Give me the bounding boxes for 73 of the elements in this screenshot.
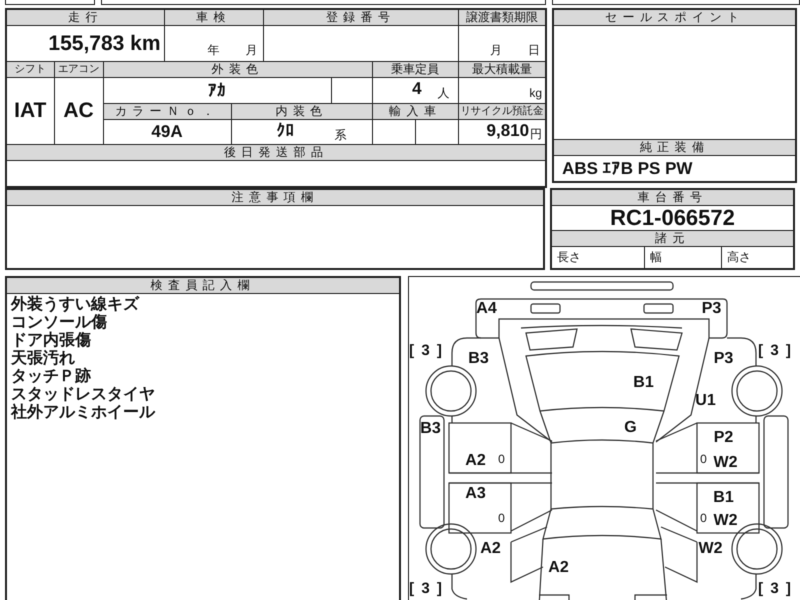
- inspection-note: スタッドレスタイヤ: [11, 386, 155, 403]
- unit-label: 人: [438, 86, 450, 100]
- damage-code: P3: [702, 300, 722, 318]
- column-header: 走行: [6, 9, 164, 26]
- equipment-list: ABS ｴｱB PS PW: [562, 158, 692, 178]
- section-header: 注意事項欄: [7, 190, 543, 206]
- damage-code: A3: [465, 485, 486, 503]
- damage-code: W2: [714, 454, 738, 472]
- unit-label: 月: [246, 42, 258, 59]
- section-header: セールスポイント: [554, 10, 796, 26]
- damage-code: P3: [714, 350, 734, 368]
- damage-code: W2: [698, 540, 722, 558]
- tread-depth-mark: [ 3 ]: [758, 580, 791, 598]
- column-header: リサイクル預託金: [458, 104, 546, 120]
- shift-value: IAT: [14, 99, 46, 122]
- inspection-note: タッチＰ跡: [11, 368, 91, 385]
- column-header: 車検: [164, 9, 264, 26]
- tread-depth-mark: [ 3 ]: [758, 342, 791, 360]
- section-header: 諸元: [552, 231, 793, 247]
- column-header: 後日発送部品: [6, 144, 546, 160]
- column-header: 最大積載量: [458, 62, 546, 78]
- column-header: カラーＮｏ．: [103, 104, 232, 120]
- column-header: 乗車定員: [372, 62, 458, 78]
- damage-code: P2: [714, 429, 734, 447]
- damage-code: U1: [695, 392, 716, 410]
- column-header: シフト: [6, 62, 54, 78]
- damage-code: A2: [465, 452, 486, 470]
- recycling-fee-value: 9,810: [486, 121, 530, 140]
- column-header: 譲渡書類期限: [458, 9, 546, 26]
- damage-code: W2: [714, 512, 738, 530]
- inspection-note: コンソール傷: [11, 314, 107, 331]
- column-header: 輸入車: [372, 104, 458, 120]
- damage-code: B1: [633, 374, 654, 392]
- damage-code: 0: [700, 451, 707, 468]
- damage-code: 0: [498, 510, 505, 527]
- exterior-color-value: ｱｶ: [208, 80, 226, 100]
- capacity-value: 4: [412, 79, 422, 98]
- unit-label: kg: [529, 86, 542, 100]
- damage-code: B3: [420, 420, 441, 438]
- column-header: 内装色: [231, 104, 372, 120]
- unit-label: 月: [490, 42, 502, 59]
- damage-code: G: [624, 419, 637, 437]
- tread-depth-mark: [ 3 ]: [409, 580, 442, 598]
- damage-code: A2: [480, 540, 501, 558]
- inspection-note: 社外アルミホイール: [11, 404, 155, 421]
- chassis-number-value: RC1-066572: [610, 205, 735, 231]
- air-conditioner-value: AC: [63, 99, 94, 122]
- spec-label: 幅: [650, 249, 662, 266]
- damage-code: A4: [476, 300, 497, 318]
- unit-label: 円: [530, 127, 542, 141]
- unit-label: 系: [334, 126, 347, 144]
- damage-code: 0: [498, 451, 505, 468]
- spec-label: 高さ: [727, 249, 751, 266]
- interior-color-value: ｸﾛ: [276, 120, 295, 140]
- inspection-note: 外装うすい線キズ: [11, 296, 139, 313]
- section-header: 純正装備: [554, 140, 796, 156]
- section-header: 車台番号: [552, 190, 793, 206]
- unit-label: 年: [208, 42, 220, 59]
- damage-code: 0: [700, 510, 707, 527]
- column-header: 登録番号: [263, 9, 458, 26]
- unit-label: 日: [528, 42, 540, 59]
- section-header: 検査員記入欄: [7, 278, 398, 294]
- mileage-value: 155,783 km: [48, 32, 161, 54]
- inspection-note: 天張汚れ: [11, 350, 75, 367]
- color-number-value: 49A: [151, 122, 183, 141]
- spec-label: 長さ: [557, 249, 581, 266]
- inspection-note: ドア内張傷: [11, 332, 91, 349]
- column-header: 外装色: [103, 62, 372, 78]
- damage-code: A2: [548, 559, 569, 577]
- column-header: エアコン: [54, 62, 103, 78]
- damage-code: B3: [468, 350, 489, 368]
- tread-depth-mark: [ 3 ]: [409, 342, 442, 360]
- damage-code: B1: [713, 489, 734, 507]
